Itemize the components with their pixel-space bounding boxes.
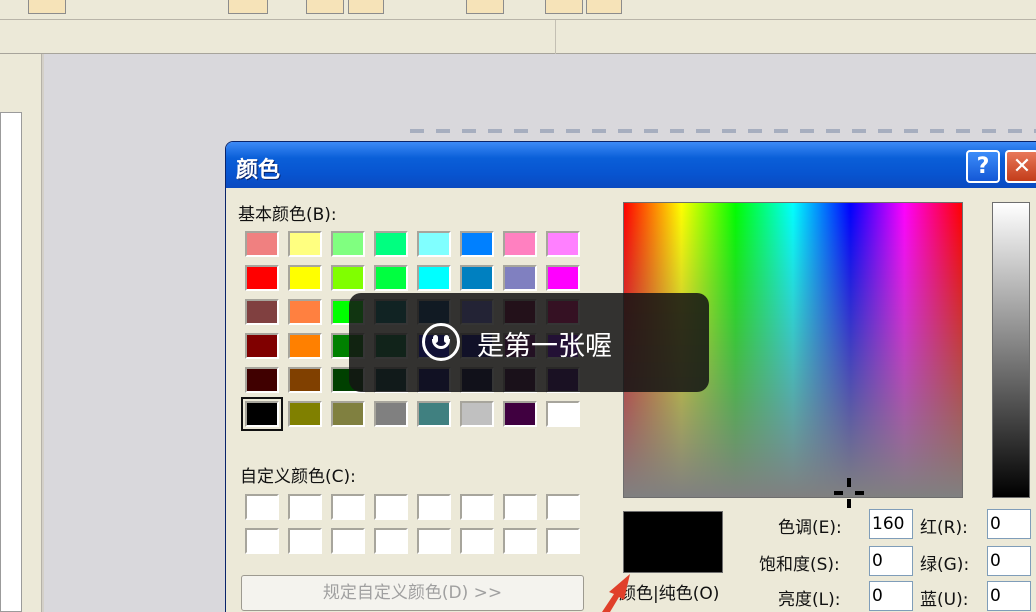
custom-color-slot[interactable] [417, 528, 451, 554]
toolbar-button[interactable] [228, 0, 268, 14]
basic-colors-label: 基本颜色(B): [238, 205, 337, 225]
basic-color-swatch[interactable] [460, 265, 494, 291]
toast-notification: 是第一张喔 [349, 293, 709, 392]
bar-divider [555, 20, 556, 54]
basic-color-swatch[interactable] [245, 367, 279, 393]
toolbar-button[interactable] [348, 0, 384, 14]
custom-color-slot[interactable] [546, 494, 580, 520]
left-panel-list[interactable] [0, 112, 22, 612]
toolbar-button[interactable] [586, 0, 622, 14]
close-button[interactable]: ✕ [1005, 150, 1036, 183]
basic-color-swatch[interactable] [374, 401, 408, 427]
blue-label: 蓝(U): [920, 590, 969, 610]
saturation-label: 饱和度(S): [759, 555, 840, 575]
help-button[interactable]: ? [966, 150, 1000, 183]
custom-color-slot[interactable] [331, 494, 365, 520]
custom-color-slot[interactable] [460, 494, 494, 520]
basic-color-swatch[interactable] [288, 367, 322, 393]
basic-color-swatch[interactable] [331, 265, 365, 291]
basic-color-swatch[interactable] [288, 299, 322, 325]
custom-color-slot[interactable] [546, 528, 580, 554]
toolbar-button[interactable] [306, 0, 344, 14]
red-label: 红(R): [920, 518, 968, 538]
app-secondary-bar [0, 20, 1036, 54]
basic-color-swatch[interactable] [288, 265, 322, 291]
custom-color-slot[interactable] [288, 528, 322, 554]
basic-color-swatch[interactable] [245, 265, 279, 291]
basic-color-swatch[interactable] [546, 401, 580, 427]
hue-label: 色调(E): [778, 518, 842, 538]
red-arrow-annotation [602, 574, 630, 612]
luminance-label: 亮度(L): [778, 590, 841, 610]
custom-color-slot[interactable] [503, 494, 537, 520]
app-toolbar [0, 0, 1036, 20]
luminance-slider[interactable] [992, 202, 1030, 498]
basic-color-swatch[interactable] [417, 401, 451, 427]
toolbar-button[interactable] [28, 0, 66, 14]
custom-color-slot[interactable] [460, 528, 494, 554]
crosshair-cursor[interactable] [834, 478, 864, 508]
basic-color-swatch[interactable] [460, 401, 494, 427]
basic-color-swatch[interactable] [503, 231, 537, 257]
basic-color-swatch[interactable] [374, 231, 408, 257]
basic-color-swatch[interactable] [245, 231, 279, 257]
basic-color-swatch[interactable] [241, 397, 283, 431]
basic-color-swatch[interactable] [546, 231, 580, 257]
green-input[interactable]: 0 [987, 546, 1031, 576]
custom-color-slot[interactable] [288, 494, 322, 520]
left-panel [0, 54, 42, 612]
toolbar-button[interactable] [466, 0, 504, 14]
basic-color-swatch[interactable] [245, 299, 279, 325]
red-input[interactable]: 0 [987, 509, 1031, 539]
basic-color-swatch[interactable] [288, 401, 322, 427]
basic-color-swatch[interactable] [331, 401, 365, 427]
basic-color-swatch[interactable] [288, 231, 322, 257]
blue-input[interactable]: 0 [987, 581, 1031, 611]
basic-color-swatch[interactable] [245, 333, 279, 359]
ruler [410, 129, 1036, 133]
luminance-input[interactable]: 0 [869, 581, 913, 611]
dialog-titlebar[interactable]: 颜色 ? ✕ [226, 142, 1036, 188]
basic-color-swatch[interactable] [460, 231, 494, 257]
basic-color-swatch[interactable] [417, 231, 451, 257]
custom-color-slot[interactable] [245, 528, 279, 554]
define-custom-colors-button[interactable]: 规定自定义颜色(D) >> [241, 575, 584, 611]
basic-color-swatch[interactable] [288, 333, 322, 359]
color-preview [623, 511, 723, 573]
basic-color-swatch[interactable] [374, 265, 408, 291]
green-label: 绿(G): [920, 555, 970, 575]
basic-color-swatch[interactable] [331, 231, 365, 257]
custom-color-slot[interactable] [374, 494, 408, 520]
custom-color-slot[interactable] [417, 494, 451, 520]
custom-color-slot[interactable] [503, 528, 537, 554]
custom-color-slot[interactable] [331, 528, 365, 554]
custom-colors-label: 自定义颜色(C): [240, 467, 356, 487]
basic-color-swatch[interactable] [503, 265, 537, 291]
custom-color-slot[interactable] [245, 494, 279, 520]
dialog-title: 颜色 [236, 158, 281, 183]
toast-text: 是第一张喔 [477, 331, 612, 362]
basic-color-swatch[interactable] [546, 265, 580, 291]
basic-color-swatch[interactable] [417, 265, 451, 291]
basic-color-swatch[interactable] [503, 401, 537, 427]
saturation-input[interactable]: 0 [869, 546, 913, 576]
custom-color-slot[interactable] [374, 528, 408, 554]
hue-input[interactable]: 160 [869, 509, 913, 539]
toolbar-button[interactable] [545, 0, 583, 14]
smiley-icon [422, 323, 460, 361]
